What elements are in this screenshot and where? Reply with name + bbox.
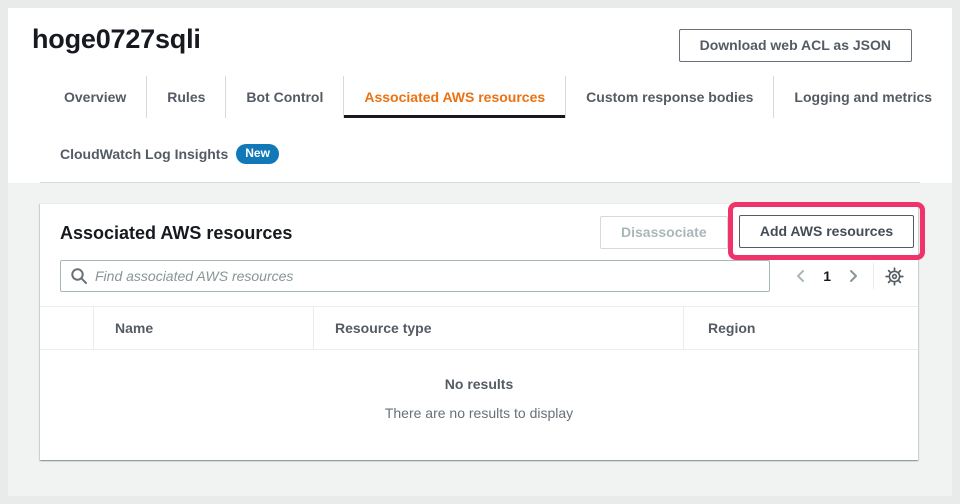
resource-search (60, 260, 770, 292)
table-header-row: Name Resource type Region (40, 306, 918, 350)
page-number[interactable]: 1 (823, 268, 831, 284)
download-web-acl-json-button[interactable]: Download web ACL as JSON (678, 29, 912, 62)
new-badge: New (236, 144, 279, 164)
page-title: hoge0727sqli (32, 24, 201, 54)
cloudwatch-log-insights-label: CloudWatch Log Insights (60, 146, 229, 162)
empty-state-title: No results (444, 376, 514, 392)
select-all-column (40, 307, 93, 349)
associated-resources-panel: Associated AWS resources Disassociate Ad… (40, 202, 925, 460)
tab-rules[interactable]: Rules (147, 76, 227, 118)
tab-bot-control[interactable]: Bot Control (226, 76, 345, 118)
chevron-left-icon[interactable] (794, 269, 808, 283)
tab-associated-aws-resources[interactable]: Associated AWS resources (344, 76, 567, 118)
column-header-region[interactable]: Region (683, 307, 918, 349)
web-acl-detail-page: hoge0727sqli Download web ACL as JSON Ov… (8, 8, 952, 496)
disassociate-button[interactable]: Disassociate (600, 216, 728, 249)
pagination-divider (873, 263, 874, 289)
annotation-highlight-box: Add AWS resources (728, 202, 925, 260)
chevron-right-icon[interactable] (846, 269, 860, 283)
search-input[interactable] (60, 260, 770, 292)
settings-gear-icon[interactable] (885, 266, 904, 286)
content-area: Associated AWS resources Disassociate Ad… (8, 183, 952, 496)
tab-custom-response-bodies[interactable]: Custom response bodies (566, 76, 775, 118)
tab-bar: Overview Rules Bot Control Associated AW… (44, 76, 952, 118)
empty-state: No results There are no results to displ… (40, 376, 918, 421)
empty-state-description: There are no results to display (384, 405, 574, 421)
tab-overview[interactable]: Overview (44, 76, 148, 118)
column-header-name[interactable]: Name (93, 307, 313, 349)
column-header-resource-type[interactable]: Resource type (313, 307, 683, 349)
pagination: 1 (794, 260, 904, 292)
cloudwatch-log-insights-link[interactable]: CloudWatch Log Insights New (60, 144, 279, 164)
tab-logging-and-metrics[interactable]: Logging and metrics (774, 76, 952, 118)
add-aws-resources-button[interactable]: Add AWS resources (738, 214, 915, 248)
panel-title: Associated AWS resources (60, 223, 293, 243)
